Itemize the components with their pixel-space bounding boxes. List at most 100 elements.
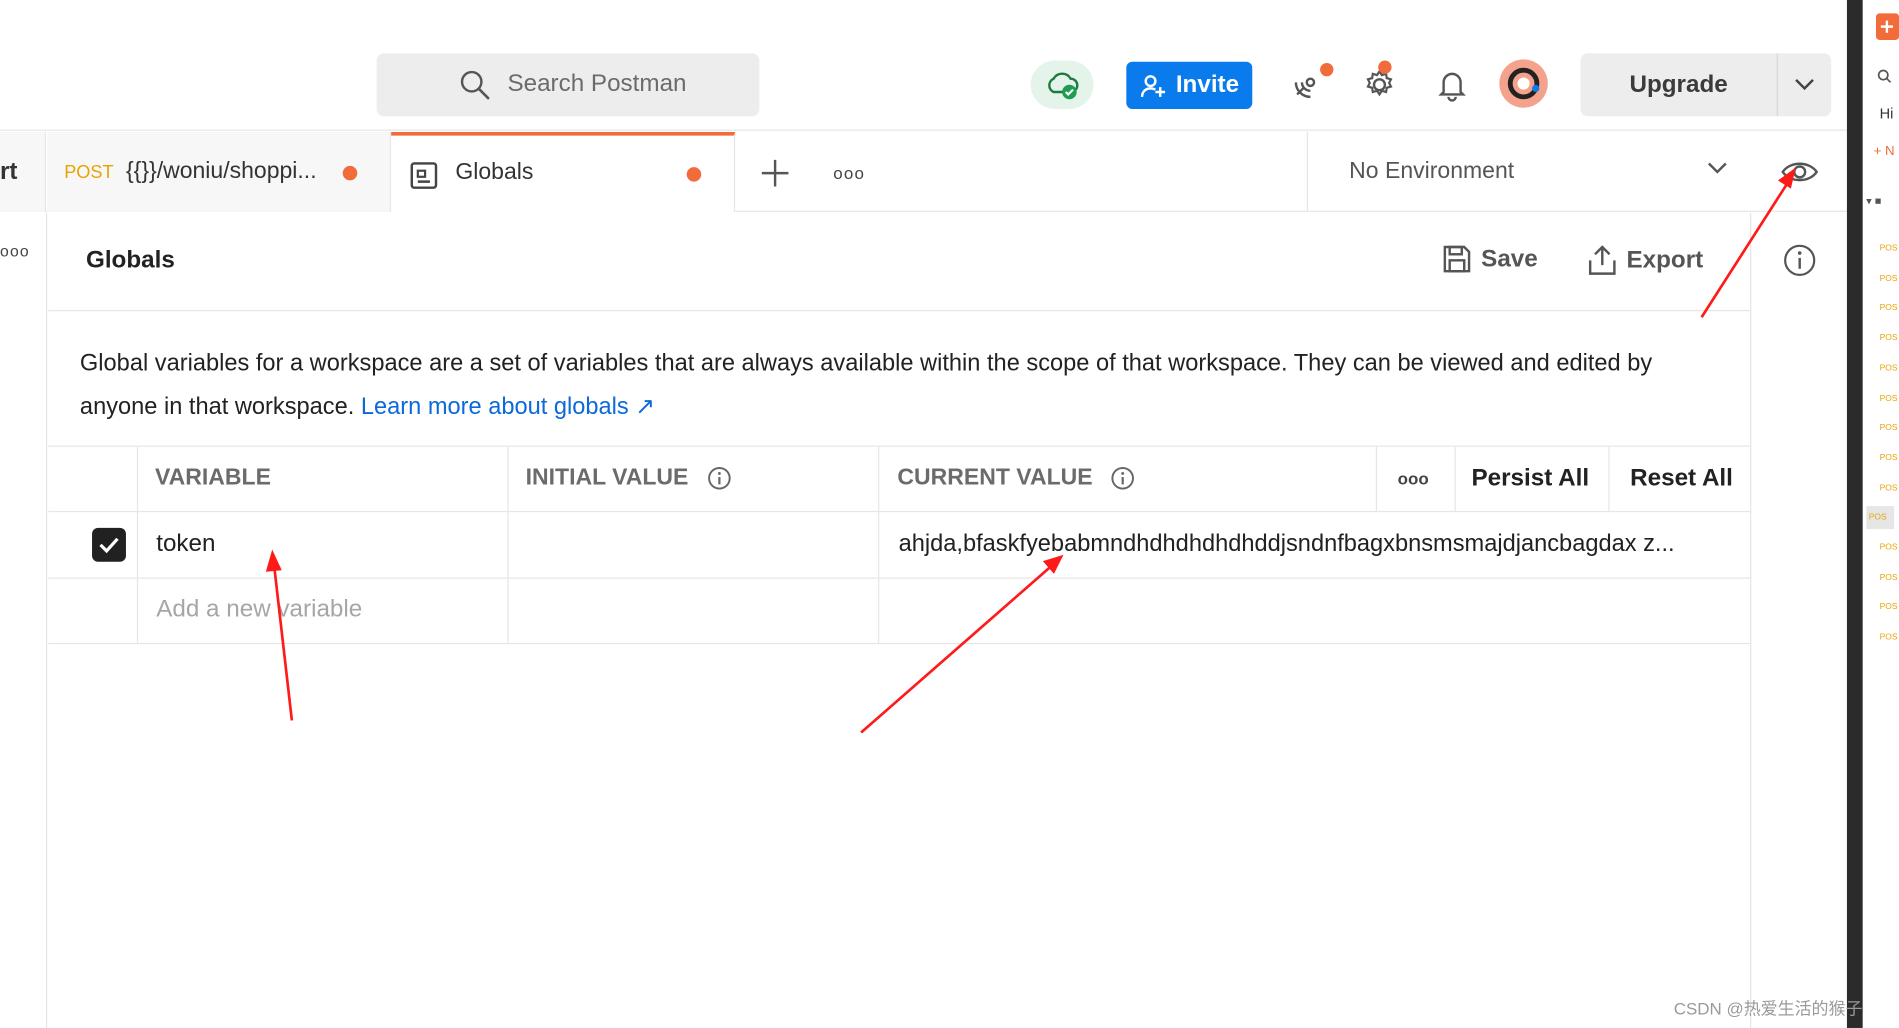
tab-method: POST: [64, 162, 114, 183]
request-list-item[interactable]: POS: [1880, 484, 1898, 492]
variable-enabled-checkbox[interactable]: [92, 527, 126, 562]
new-button[interactable]: [1875, 13, 1899, 40]
request-list-item[interactable]: POS: [1880, 633, 1898, 641]
settings-button[interactable]: [1358, 60, 1402, 107]
request-list-item[interactable]: POS: [1866, 506, 1894, 530]
current-value-cell[interactable]: ahjda,bfaskfyebabmndhdhdhdhdhddjsndnfbag…: [879, 512, 1751, 577]
tab-post-request[interactable]: POST {{}}/woniu/shoppi...: [47, 131, 392, 212]
variable-name-cell[interactable]: token: [138, 512, 509, 578]
column-label: CURRENT VALUE: [897, 464, 1093, 491]
request-list-item[interactable]: POS: [1880, 544, 1898, 552]
globals-icon: [410, 162, 438, 189]
environment-selected: No Environment: [1349, 158, 1515, 185]
left-sidebar-edge: ooo: [0, 213, 48, 1028]
unsaved-dot: [342, 165, 358, 181]
cloud-check-icon: [1048, 72, 1079, 100]
table-more-button[interactable]: ooo: [1377, 446, 1456, 511]
new-current-value-cell[interactable]: [879, 579, 1751, 643]
request-list-item[interactable]: POS: [1880, 424, 1898, 432]
save-icon: [1443, 245, 1471, 273]
gear-icon: [1366, 69, 1393, 97]
learn-more-link[interactable]: Learn more about globals ↗: [361, 394, 655, 421]
satellite-icon: [1294, 77, 1316, 99]
reset-all-button[interactable]: Reset All: [1610, 447, 1752, 511]
column-header-variable: VARIABLE: [138, 446, 509, 511]
enable-cell: [48, 578, 139, 643]
save-label: Save: [1481, 245, 1538, 272]
upgrade-dropdown[interactable]: [1778, 53, 1831, 116]
new-initial-value-cell[interactable]: [509, 578, 880, 643]
table-header-row: VARIABLE INITIAL VALUE CURRENT VALUE ooo…: [48, 445, 1752, 513]
info-icon[interactable]: [707, 466, 731, 490]
divider: [48, 309, 1752, 312]
request-list-item[interactable]: POS: [1880, 454, 1898, 462]
environment-quick-look-button[interactable]: [1780, 157, 1819, 192]
new-tab-button[interactable]: [758, 156, 792, 196]
table-row: token ahjda,bfaskfyebabmndhdhdhdhdhddjsn…: [48, 512, 1752, 579]
environment-selector[interactable]: No Environment: [1306, 131, 1753, 212]
export-button[interactable]: Export: [1588, 245, 1703, 276]
request-list-item[interactable]: POS: [1880, 574, 1898, 582]
upgrade-button[interactable]: Upgrade: [1580, 53, 1832, 117]
plus-icon: [1880, 20, 1893, 33]
bell-icon: [1438, 72, 1466, 102]
notification-dot: [1378, 60, 1392, 74]
save-button[interactable]: Save: [1442, 245, 1538, 274]
page-title: Globals: [85, 247, 175, 274]
new-collection-label[interactable]: + N: [1874, 144, 1895, 159]
avatar[interactable]: [1499, 59, 1548, 108]
request-list-item[interactable]: POS: [1880, 304, 1898, 312]
info-panel-button[interactable]: [1783, 243, 1817, 283]
request-list-item[interactable]: POS: [1880, 603, 1898, 611]
initial-value-cell[interactable]: [509, 512, 880, 578]
invite-label: Invite: [1175, 71, 1240, 99]
notifications-button[interactable]: [1430, 63, 1474, 107]
info-icon: [1784, 244, 1816, 276]
globals-editor: Globals Save Export Global variables for…: [48, 213, 1752, 1028]
new-variable-row: Add a new variable: [48, 578, 1752, 645]
variable-name: token: [156, 530, 216, 557]
satellite-button[interactable]: [1286, 62, 1334, 107]
upgrade-label: Upgrade: [1580, 53, 1778, 117]
info-icon[interactable]: [1111, 466, 1135, 490]
window-divider: [1846, 0, 1863, 1028]
persist-all-button[interactable]: Persist All: [1456, 446, 1610, 511]
checkbox-column-header: [48, 446, 139, 511]
tab-title: {{}}/woniu/shoppi...: [125, 158, 317, 185]
search-icon[interactable]: [1877, 69, 1892, 84]
check-icon: [99, 537, 119, 554]
right-window-edge: Hi + N ▾ ■ POS POS POS POS POS POS POS POS POS PO…: [1846, 0, 1899, 1028]
tab-partial[interactable]: rt: [0, 131, 47, 212]
avatar-icon: [1507, 67, 1540, 100]
column-label: INITIAL VALUE: [525, 464, 689, 491]
sync-status-button[interactable]: [1030, 60, 1094, 109]
column-label: VARIABLE: [155, 464, 271, 491]
globals-description: Global variables for a workspace are a s…: [80, 341, 1727, 428]
chevron-down-icon: [1708, 162, 1727, 174]
search-bar[interactable]: Search Postman: [376, 53, 760, 117]
request-list-item[interactable]: POS: [1880, 245, 1898, 253]
invite-button[interactable]: Invite: [1126, 61, 1253, 109]
tab-globals[interactable]: Globals: [391, 131, 736, 212]
tab-overflow-button[interactable]: ooo: [833, 163, 865, 182]
upload-icon: [1588, 245, 1616, 275]
request-list-item[interactable]: POS: [1880, 364, 1898, 372]
reset-all-label: Reset All: [1630, 464, 1733, 492]
enable-cell: [48, 512, 139, 578]
chevron-down-icon: [1795, 79, 1814, 91]
request-list-item[interactable]: POS: [1880, 334, 1898, 342]
export-label: Export: [1626, 246, 1704, 274]
column-header-initial-value: INITIAL VALUE: [509, 446, 880, 511]
new-variable-input[interactable]: Add a new variable: [138, 578, 509, 643]
persist-all-label: Persist All: [1471, 464, 1590, 492]
history-label[interactable]: Hi: [1880, 105, 1894, 122]
notification-dot: [1320, 62, 1334, 77]
current-value: ahjda,bfaskfyebabmndhdhdhdhdhddjsndnfbag…: [898, 530, 1675, 557]
watermark: CSDN @热爱生活的猴子: [1673, 998, 1863, 1019]
request-list-item[interactable]: POS: [1880, 274, 1898, 282]
sidebar-more-button[interactable]: ooo: [0, 242, 30, 260]
unsaved-dot: [686, 167, 702, 182]
request-list-item[interactable]: POS: [1880, 394, 1898, 402]
plus-icon: [761, 159, 789, 187]
folder-collapse-icon[interactable]: ▾ ■: [1866, 195, 1881, 208]
